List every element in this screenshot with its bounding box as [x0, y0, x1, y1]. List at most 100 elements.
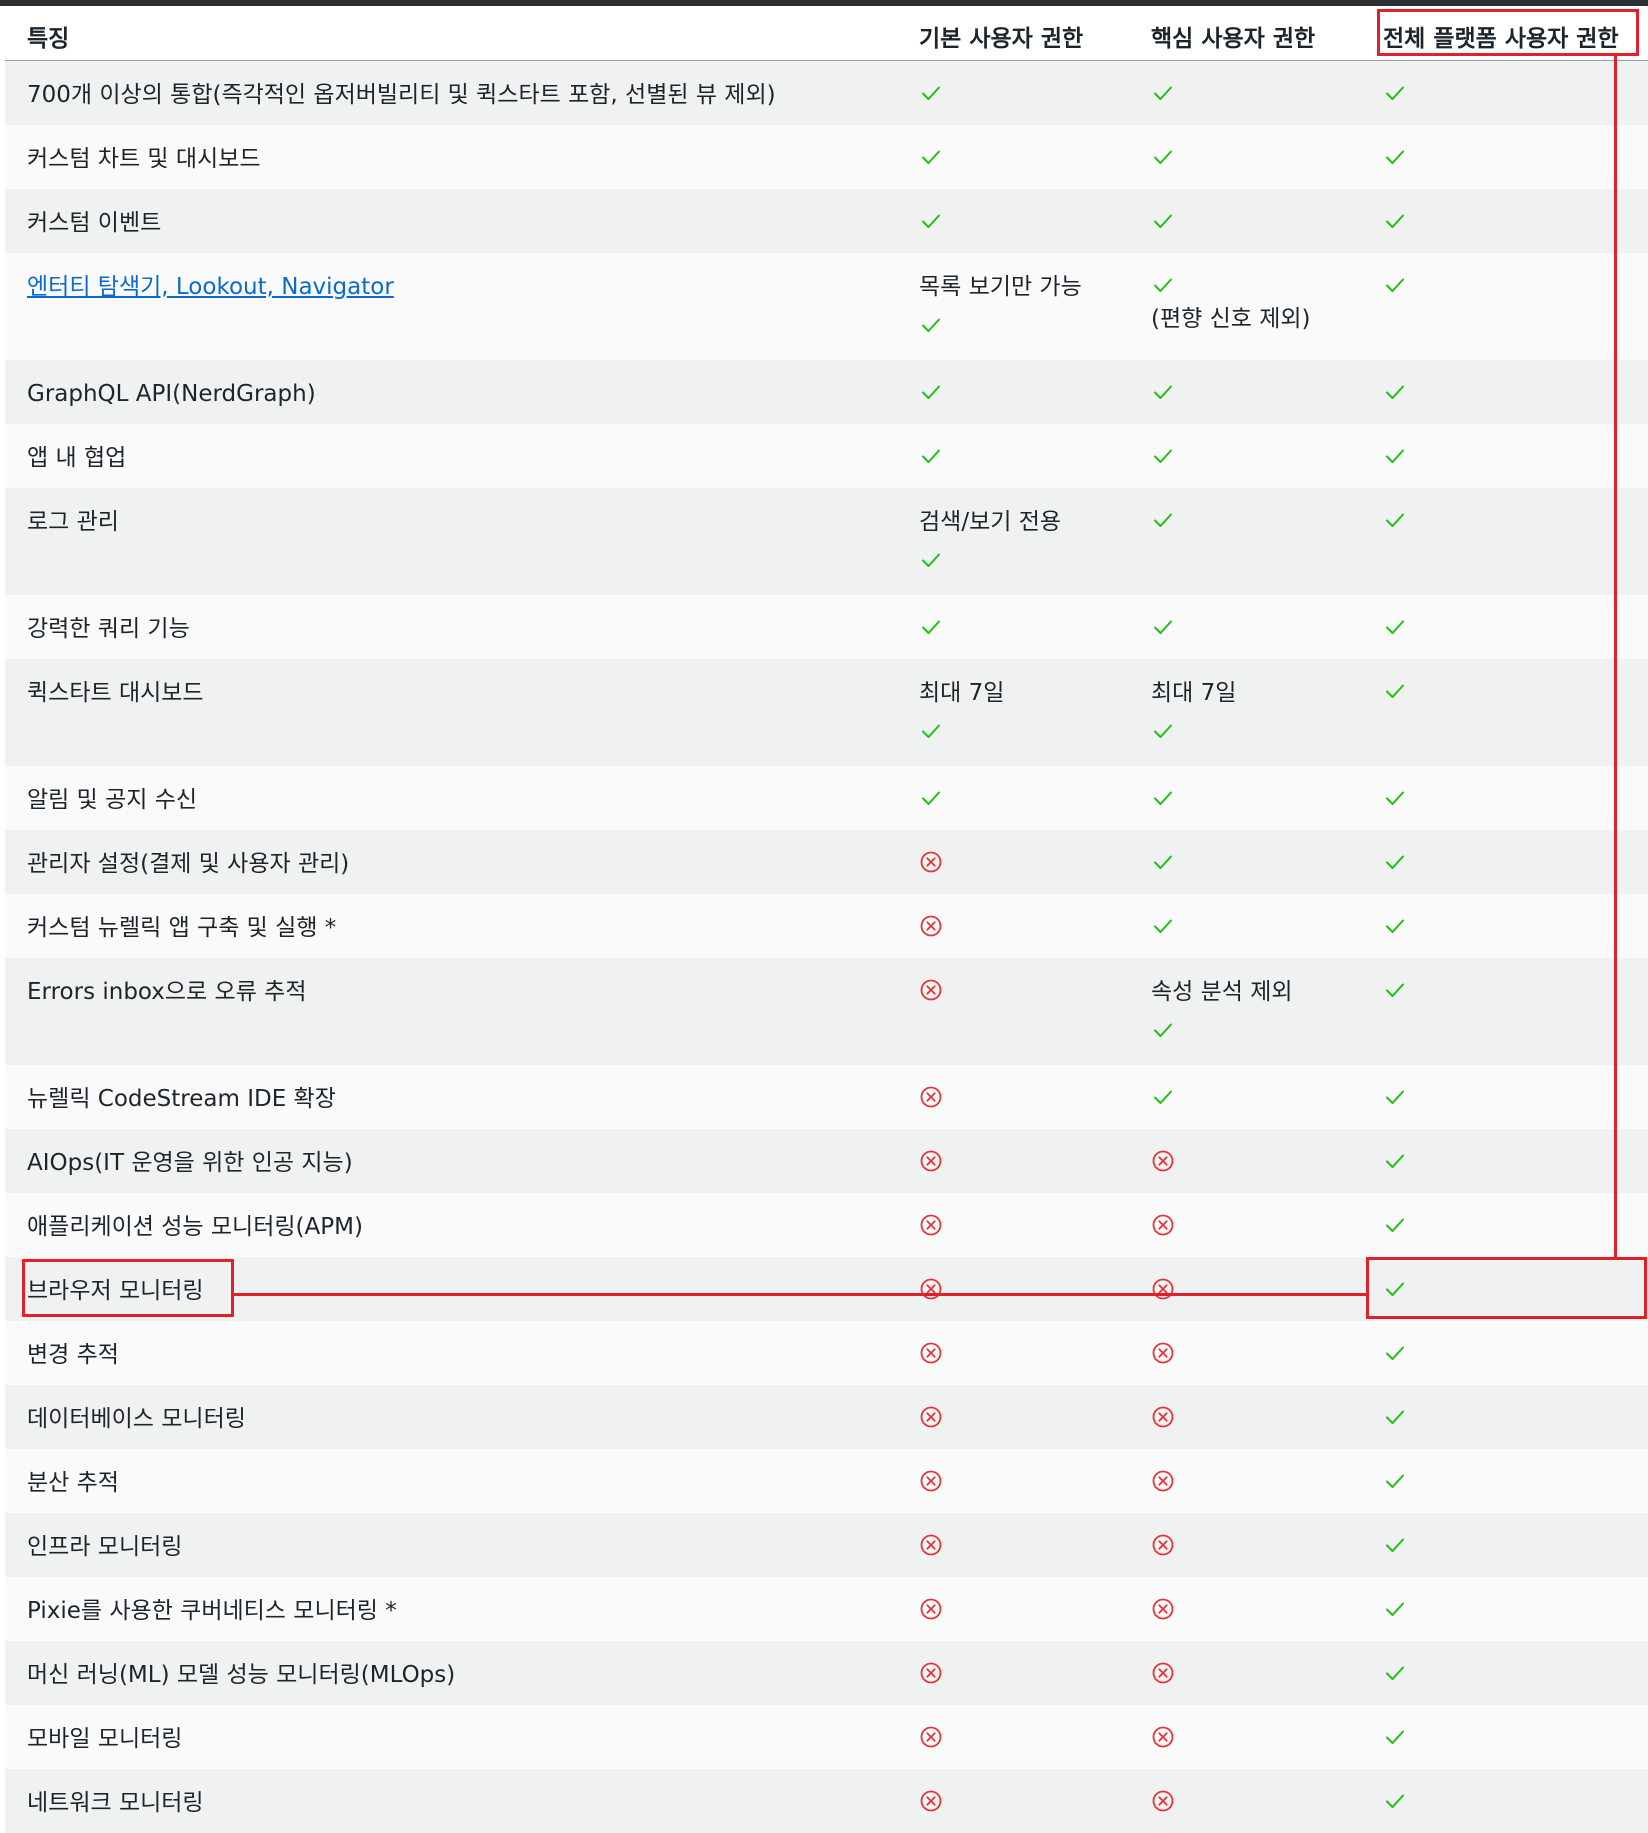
- check-icon: [1151, 209, 1175, 233]
- cell-note: 최대 7일: [919, 680, 1005, 706]
- check-icon: [1151, 1018, 1175, 1042]
- cell-basic: [919, 974, 943, 1010]
- cell-full: [1383, 1337, 1407, 1373]
- cell-basic: 검색/보기 전용: [919, 504, 1061, 572]
- check-icon: [1383, 914, 1407, 938]
- feature-label: 커스텀 차트 및 대시보드: [27, 146, 261, 172]
- check-icon: [1383, 1789, 1407, 1813]
- check-icon: [1383, 1149, 1407, 1173]
- table-row: 뉴렐릭 CodeStream IDE 확장: [5, 1065, 1648, 1129]
- cell-full: [1383, 675, 1407, 711]
- feature-label: 700개 이상의 통합(즉각적인 옵저버빌리티 및 퀵스타트 포함, 선별된 뷰…: [27, 82, 776, 108]
- check-icon: [1383, 679, 1407, 703]
- cell-core: 최대 7일: [1151, 675, 1236, 743]
- feature-label: 강력한 쿼리 기능: [27, 616, 190, 642]
- cell-core: [1151, 782, 1175, 818]
- cell-basic: [919, 77, 943, 113]
- cell-note: 속성 분석 제외: [1151, 979, 1293, 1005]
- cell-core: [1151, 205, 1175, 241]
- feature-label: 퀵스타트 대시보드: [27, 680, 204, 706]
- cell-core: [1151, 1465, 1175, 1501]
- check-icon: [1383, 1469, 1407, 1493]
- cell-full: [1383, 376, 1407, 412]
- check-icon: [1383, 81, 1407, 105]
- check-icon: [1383, 1341, 1407, 1365]
- check-icon: [1383, 508, 1407, 532]
- feature-label: 머신 러닝(ML) 모델 성능 모니터링(MLOps): [27, 1662, 456, 1688]
- check-icon: [1383, 1533, 1407, 1557]
- cross-circle-icon: [1151, 1341, 1175, 1365]
- cell-core: [1151, 1593, 1175, 1629]
- cell-core: [1151, 77, 1175, 113]
- check-icon: [1383, 1725, 1407, 1749]
- header-feature: 특징: [27, 26, 70, 52]
- header-basic-user: 기본 사용자 권한: [919, 26, 1084, 52]
- feature-label: 모바일 모니터링: [27, 1726, 183, 1752]
- cell-full: [1383, 1593, 1407, 1629]
- cell-basic: [919, 376, 943, 412]
- check-icon: [1383, 978, 1407, 1002]
- cell-basic: [919, 1081, 943, 1117]
- cell-basic: [919, 1529, 943, 1565]
- table-row: 분산 추적: [5, 1449, 1648, 1513]
- check-icon: [919, 719, 943, 743]
- cell-full: [1383, 141, 1407, 177]
- cross-circle-icon: [1151, 1725, 1175, 1749]
- feature-label: 분산 추적: [27, 1470, 119, 1496]
- check-icon: [1383, 444, 1407, 468]
- cell-full: [1383, 846, 1407, 882]
- cell-full: [1383, 1145, 1407, 1181]
- cross-circle-icon: [919, 1213, 943, 1237]
- feature-link[interactable]: 엔터티 탐색기, Lookout, Navigator: [27, 269, 394, 305]
- feature-label: Errors inbox으로 오류 추적: [27, 979, 307, 1005]
- cell-core: [1151, 1657, 1175, 1693]
- feature-label: 앱 내 협업: [27, 445, 127, 471]
- check-icon: [1151, 380, 1175, 404]
- check-icon: [1151, 719, 1175, 743]
- cell-basic: [919, 1209, 943, 1245]
- cell-core: [1151, 1081, 1175, 1117]
- check-icon: [919, 548, 943, 572]
- check-icon: [1151, 508, 1175, 532]
- cell-basic: [919, 1465, 943, 1501]
- check-icon: [1383, 1597, 1407, 1621]
- check-icon: [1383, 145, 1407, 169]
- check-icon: [1383, 850, 1407, 874]
- feature-label: GraphQL API(NerdGraph): [27, 381, 316, 407]
- check-icon: [1383, 1277, 1407, 1301]
- cell-note: (편향 신호 제외): [1151, 306, 1311, 332]
- header-full-platform-user: 전체 플랫폼 사용자 권한: [1383, 26, 1619, 52]
- cell-full: [1383, 1785, 1407, 1821]
- check-icon: [1151, 1085, 1175, 1109]
- cell-basic: [919, 910, 943, 946]
- cross-circle-icon: [919, 1277, 943, 1301]
- feature-label: Pixie를 사용한 쿠버네티스 모니터링 *: [27, 1598, 397, 1624]
- cross-circle-icon: [1151, 1405, 1175, 1429]
- table-row: 퀵스타트 대시보드 최대 7일 최대 7일: [5, 659, 1648, 766]
- check-icon: [1151, 615, 1175, 639]
- feature-label: 변경 추적: [27, 1342, 119, 1368]
- check-icon: [1383, 1661, 1407, 1685]
- cell-core: [1151, 1273, 1175, 1309]
- cell-basic: [919, 1593, 943, 1629]
- cell-core: [1151, 1209, 1175, 1245]
- feature-label: 로그 관리: [27, 509, 119, 535]
- check-icon: [919, 380, 943, 404]
- check-icon: [1383, 209, 1407, 233]
- cell-basic: [919, 1721, 943, 1757]
- cell-basic: [919, 846, 943, 882]
- table-body: 700개 이상의 통합(즉각적인 옵저버빌리티 및 퀵스타트 포함, 선별된 뷰…: [5, 61, 1648, 1833]
- feature-label: 커스텀 이벤트: [27, 210, 162, 236]
- cell-core: [1151, 1145, 1175, 1181]
- cell-basic: [919, 1401, 943, 1437]
- table-row: 알림 및 공지 수신: [5, 766, 1648, 830]
- cell-basic: 최대 7일: [919, 675, 1004, 743]
- cell-full: [1383, 440, 1407, 476]
- cell-core: 속성 분석 제외: [1151, 974, 1293, 1042]
- cross-circle-icon: [919, 1725, 943, 1749]
- cell-basic: [919, 611, 943, 647]
- cell-basic: 목록 보기만 가능: [919, 269, 1082, 337]
- cross-circle-icon: [919, 1597, 943, 1621]
- cell-core: [1151, 1529, 1175, 1565]
- cell-basic: [919, 1145, 943, 1181]
